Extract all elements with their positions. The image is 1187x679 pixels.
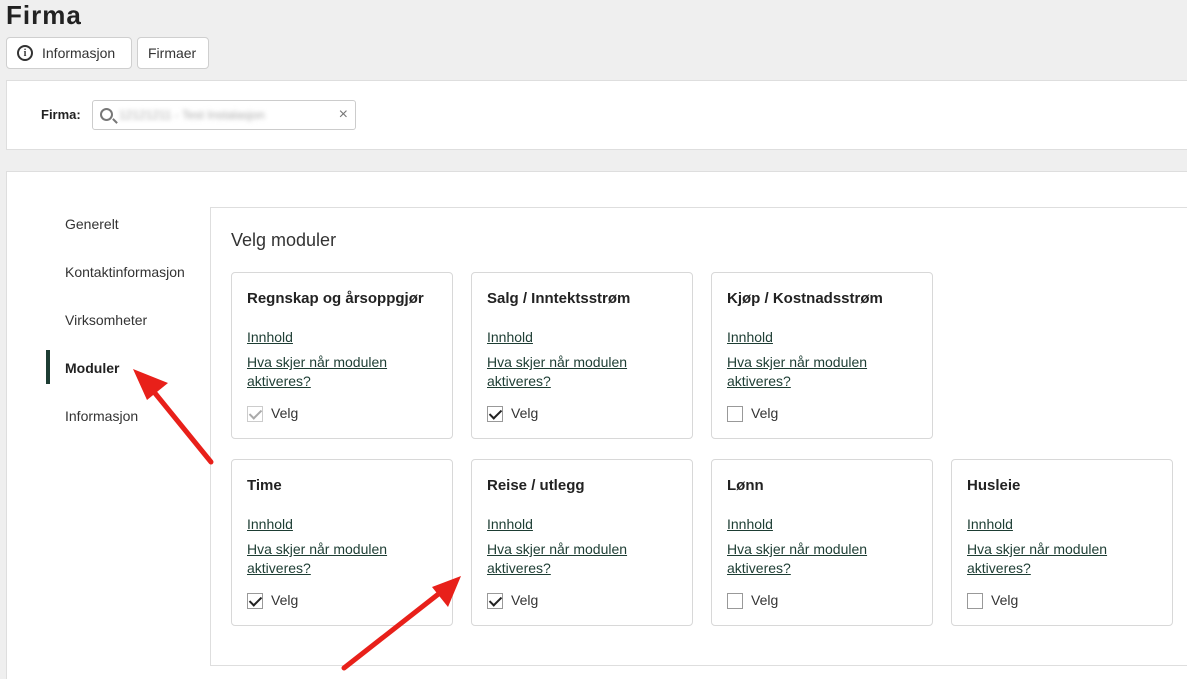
- modules-section: Velg moduler Regnskap og årsoppgjør Innh…: [210, 207, 1187, 666]
- activation-info-link[interactable]: Hva skjer når modulen aktiveres?: [967, 540, 1137, 578]
- velg-label: Velg: [751, 405, 779, 421]
- nav-item-moduler[interactable]: Moduler: [65, 360, 119, 376]
- module-checkbox[interactable]: [247, 593, 263, 609]
- nav-item-generelt[interactable]: Generelt: [65, 216, 119, 232]
- innhold-link[interactable]: Innhold: [487, 329, 533, 345]
- page-title: Firma: [6, 0, 82, 30]
- innhold-link[interactable]: Innhold: [967, 516, 1013, 532]
- module-checkbox[interactable]: [247, 406, 263, 422]
- innhold-link[interactable]: Innhold: [727, 329, 773, 345]
- section-title: Velg moduler: [231, 230, 337, 250]
- activation-info-link[interactable]: Hva skjer når modulen aktiveres?: [247, 540, 417, 578]
- module-card: Husleie Innhold Hva skjer når modulen ak…: [951, 459, 1173, 626]
- innhold-link[interactable]: Innhold: [487, 516, 533, 532]
- module-checkbox[interactable]: [487, 593, 503, 609]
- module-card: Reise / utlegg Innhold Hva skjer når mod…: [471, 459, 693, 626]
- main-panel: Generelt Kontaktinformasjon Virksomheter…: [6, 171, 1187, 679]
- velg-label: Velg: [991, 592, 1019, 608]
- nav-item-kontaktinformasjon[interactable]: Kontaktinformasjon: [65, 264, 185, 280]
- module-card: Salg / Inntektsstrøm Innhold Hva skjer n…: [471, 272, 693, 439]
- module-checkbox[interactable]: [967, 593, 983, 609]
- activation-info-link[interactable]: Hva skjer når modulen aktiveres?: [247, 353, 417, 391]
- module-card: Regnskap og årsoppgjør Innhold Hva skjer…: [231, 272, 453, 439]
- module-title: Lønn: [727, 477, 764, 494]
- module-card: Lønn Innhold Hva skjer når modulen aktiv…: [711, 459, 933, 626]
- module-title: Time: [247, 477, 282, 494]
- module-title: Salg / Inntektsstrøm: [487, 290, 631, 307]
- module-title: Reise / utlegg: [487, 477, 585, 494]
- velg-label: Velg: [751, 592, 779, 608]
- firma-panel: Firma: 12121211 - Test Instalasjon ×: [6, 80, 1187, 150]
- innhold-link[interactable]: Innhold: [247, 516, 293, 532]
- module-checkbox[interactable]: [727, 406, 743, 422]
- firma-search-input[interactable]: 12121211 - Test Instalasjon ×: [92, 100, 356, 130]
- search-icon: [100, 108, 113, 121]
- module-title: Regnskap og årsoppgjør: [247, 290, 424, 307]
- activation-info-link[interactable]: Hva skjer når modulen aktiveres?: [727, 540, 897, 578]
- module-title: Kjøp / Kostnadsstrøm: [727, 290, 883, 307]
- velg-label: Velg: [511, 592, 539, 608]
- firma-label: Firma:: [41, 107, 81, 122]
- velg-label: Velg: [271, 592, 299, 608]
- nav-item-informasjon[interactable]: Informasjon: [65, 408, 138, 424]
- module-card: Time Innhold Hva skjer når modulen aktiv…: [231, 459, 453, 626]
- velg-label: Velg: [511, 405, 539, 421]
- innhold-link[interactable]: Innhold: [727, 516, 773, 532]
- module-checkbox[interactable]: [727, 593, 743, 609]
- nav-item-virksomheter[interactable]: Virksomheter: [65, 312, 147, 328]
- activation-info-link[interactable]: Hva skjer når modulen aktiveres?: [727, 353, 897, 391]
- innhold-link[interactable]: Innhold: [247, 329, 293, 345]
- clear-icon[interactable]: ×: [339, 106, 348, 124]
- activation-info-link[interactable]: Hva skjer når modulen aktiveres?: [487, 540, 657, 578]
- module-title: Husleie: [967, 477, 1021, 494]
- informasjon-label: Informasjon: [42, 45, 116, 61]
- informasjon-button[interactable]: i Informasjon: [6, 37, 132, 69]
- firmaer-button[interactable]: Firmaer: [137, 37, 209, 69]
- module-checkbox[interactable]: [487, 406, 503, 422]
- velg-label: Velg: [271, 405, 299, 421]
- activation-info-link[interactable]: Hva skjer når modulen aktiveres?: [487, 353, 657, 391]
- active-nav-marker: [46, 350, 50, 384]
- firma-value: 12121211 - Test Instalasjon: [119, 108, 265, 122]
- info-icon: i: [17, 45, 33, 61]
- firmaer-label: Firmaer: [148, 45, 197, 61]
- module-card: Kjøp / Kostnadsstrøm Innhold Hva skjer n…: [711, 272, 933, 439]
